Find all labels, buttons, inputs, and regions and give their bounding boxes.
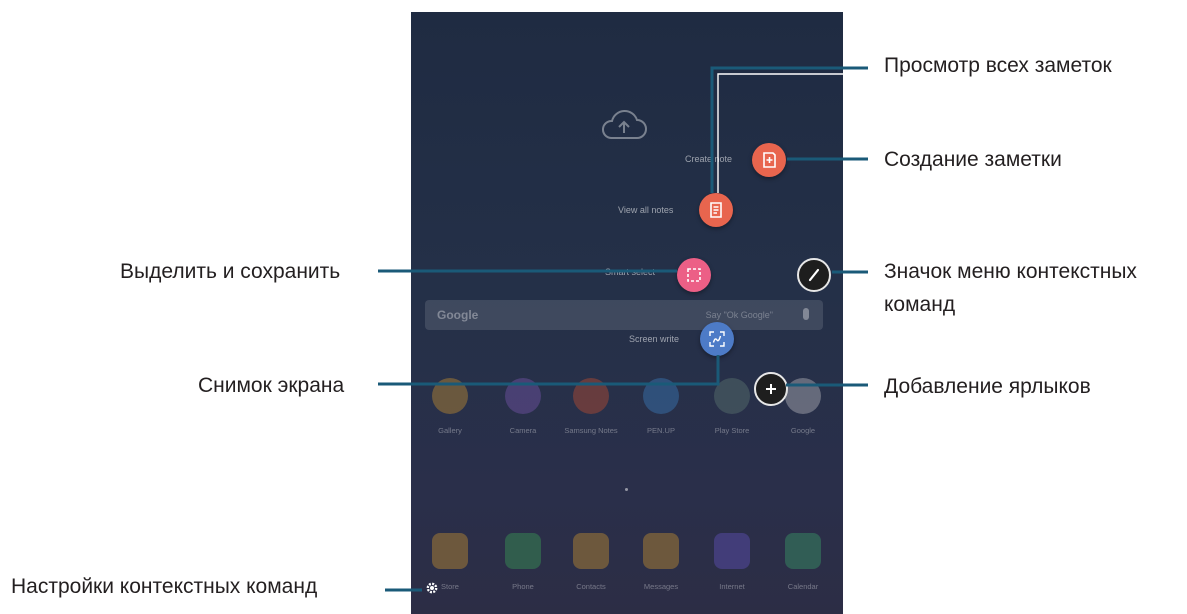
- callout-air-command-settings: Настройки контекстных команд: [11, 575, 318, 598]
- callout-air-command-icon-line1: Значок меню контекстных: [884, 260, 1137, 283]
- callout-smart-select: Выделить и сохранить: [120, 260, 341, 283]
- callout-leader-lines: [378, 66, 868, 592]
- callout-add-shortcuts: Добавление ярлыков: [884, 375, 1091, 398]
- callout-screen-write: Снимок экрана: [198, 374, 345, 397]
- callout-view-all-notes: Просмотр всех заметок: [884, 54, 1112, 77]
- callout-air-command-icon-line2: команд: [884, 293, 956, 316]
- callout-create-note: Создание заметки: [884, 148, 1062, 171]
